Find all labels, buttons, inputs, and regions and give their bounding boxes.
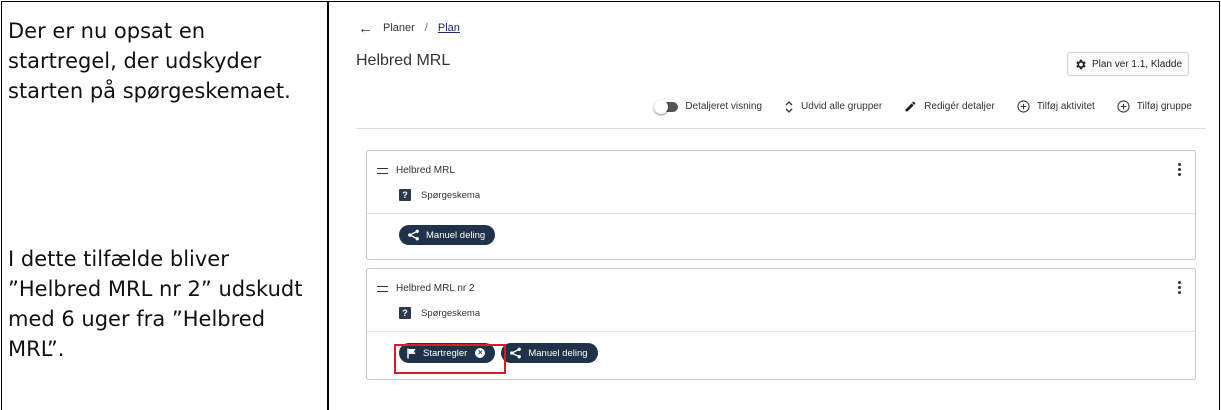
add-circle-icon bbox=[1117, 100, 1130, 113]
add-activity-label: Tilføj aktivitet bbox=[1036, 101, 1095, 112]
plan-version-label: Plan ver 1.1, Kladde bbox=[1091, 58, 1183, 70]
expand-groups-label: Udvid alle grupper bbox=[801, 101, 883, 112]
drag-handle-icon[interactable] bbox=[377, 285, 388, 292]
detailed-view-toggle[interactable]: Detaljeret visning bbox=[654, 99, 763, 114]
add-activity-button[interactable]: Tilføj aktivitet bbox=[1017, 100, 1095, 113]
chip-row: Manuel deling bbox=[399, 225, 496, 245]
group-header: Helbred MRL nr 2 bbox=[377, 283, 475, 294]
share-icon bbox=[408, 229, 419, 241]
table-column-divider bbox=[327, 1, 329, 410]
group-name: Helbred MRL nr 2 bbox=[396, 283, 475, 294]
questionnaire-icon: ? bbox=[399, 189, 411, 201]
toggle-switch[interactable] bbox=[654, 99, 679, 114]
manual-share-chip[interactable]: Manuel deling bbox=[399, 225, 496, 245]
more-vert-icon[interactable] bbox=[1178, 163, 1181, 176]
add-group-label: Tilføj gruppe bbox=[1136, 101, 1192, 112]
edit-details-button[interactable]: Redigér detaljer bbox=[904, 100, 995, 113]
toolbar: Detaljeret visning Udvid alle grupper Re… bbox=[654, 99, 1192, 114]
breadcrumb-separator: / bbox=[424, 22, 428, 34]
unfold-icon bbox=[785, 100, 793, 113]
group-name: Helbred MRL bbox=[396, 165, 455, 176]
plan-version-button[interactable]: Plan ver 1.1, Kladde bbox=[1067, 52, 1189, 76]
pencil-icon bbox=[905, 101, 916, 112]
edit-details-label: Redigér detaljer bbox=[924, 101, 995, 112]
arrow-left-icon[interactable]: ← bbox=[358, 21, 373, 36]
expand-groups-button[interactable]: Udvid alle grupper bbox=[784, 100, 883, 113]
questionnaire-icon: ? bbox=[399, 307, 411, 319]
group-header: Helbred MRL bbox=[377, 165, 455, 176]
activity-name: Spørgeskema bbox=[421, 189, 481, 201]
highlight-box bbox=[394, 344, 506, 374]
breadcrumb-planer[interactable]: Planer bbox=[383, 22, 415, 34]
toolbar-divider bbox=[356, 128, 1206, 129]
chip-label: Manuel deling bbox=[426, 229, 486, 241]
add-circle-icon bbox=[1017, 100, 1030, 113]
breadcrumb: ← Planer / Plan bbox=[358, 21, 460, 36]
instruction-text-1: Der er nu opsat en startregel, der udsky… bbox=[8, 19, 291, 103]
page-title: Helbred MRL bbox=[356, 52, 451, 69]
card-divider bbox=[367, 213, 1195, 214]
add-group-button[interactable]: Tilføj gruppe bbox=[1117, 100, 1192, 113]
group-card: Helbred MRL ? Spørgeskema Manuel deling bbox=[366, 150, 1196, 260]
activity-item[interactable]: ? Spørgeskema bbox=[399, 307, 480, 319]
instruction-text-2: I dette tilfælde bliver ”Helbred MRL nr … bbox=[8, 247, 303, 361]
manual-share-chip[interactable]: Manuel deling bbox=[501, 343, 598, 363]
app-screenshot: ← Planer / Plan Helbred MRL Plan ver 1.1… bbox=[356, 10, 1206, 400]
chip-label: Manuel deling bbox=[528, 347, 588, 359]
activity-name: Spørgeskema bbox=[421, 307, 481, 319]
breadcrumb-plan[interactable]: Plan bbox=[438, 22, 460, 34]
detailed-view-label: Detaljeret visning bbox=[685, 101, 763, 112]
share-icon bbox=[510, 347, 522, 359]
drag-handle-icon[interactable] bbox=[377, 167, 388, 174]
activity-item[interactable]: ? Spørgeskema bbox=[399, 189, 480, 201]
card-divider bbox=[367, 331, 1195, 332]
more-vert-icon[interactable] bbox=[1178, 281, 1181, 294]
gear-icon bbox=[1076, 59, 1086, 69]
